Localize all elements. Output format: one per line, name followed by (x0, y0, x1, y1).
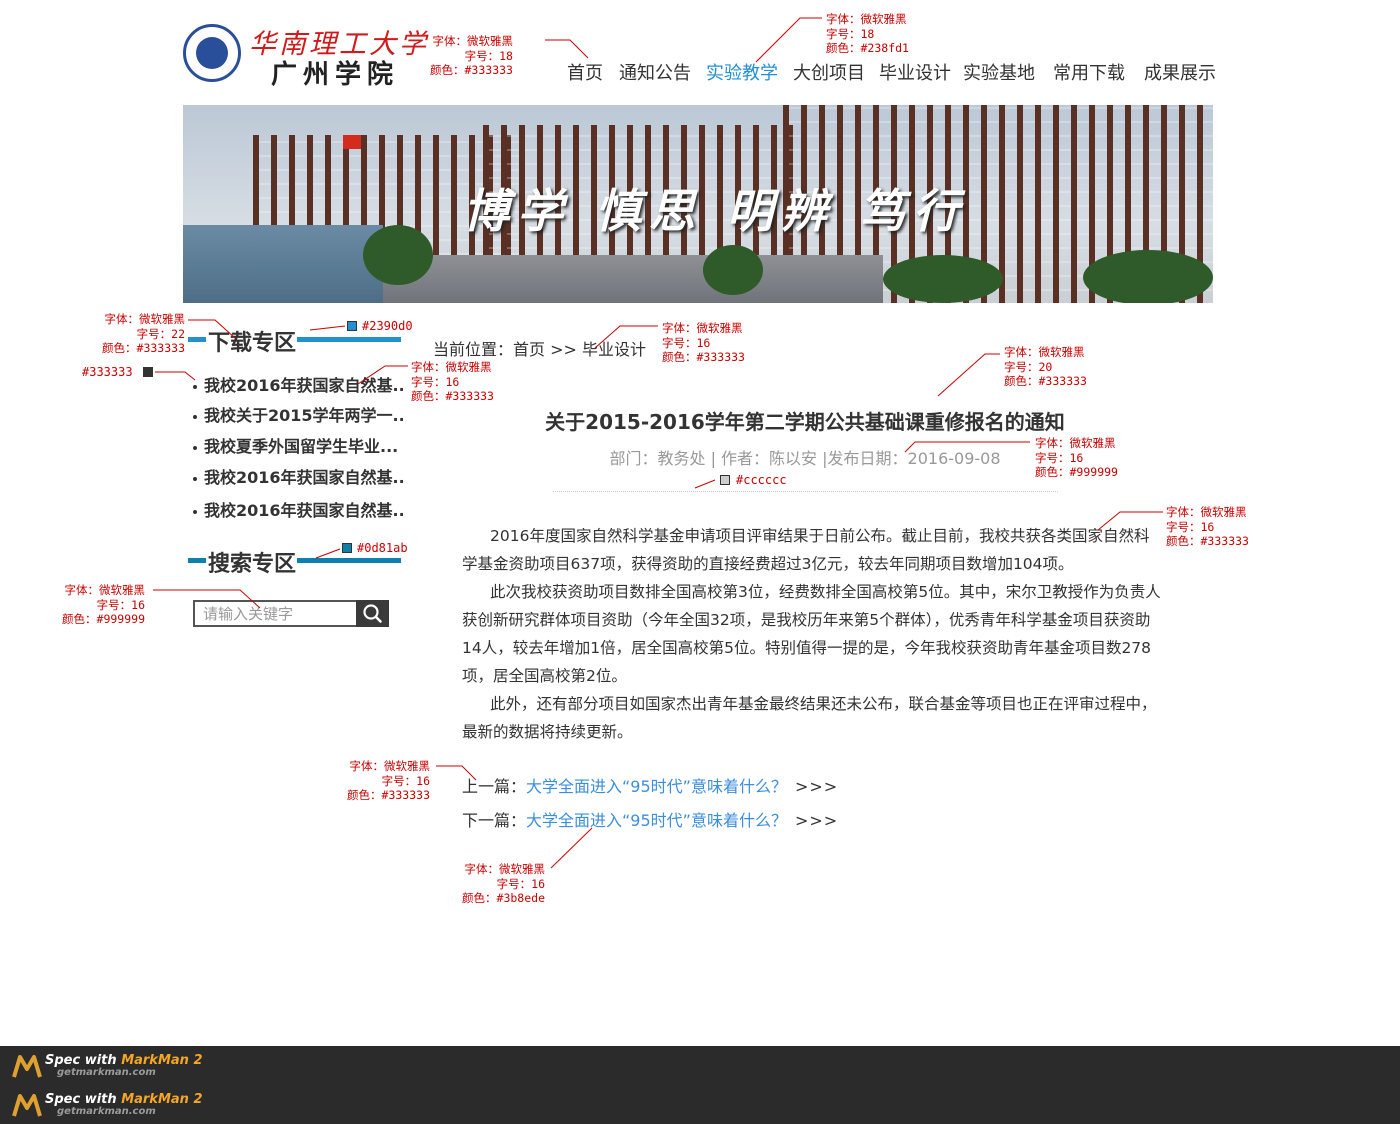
list-item[interactable]: 我校2016年获国家自然基... (193, 464, 403, 488)
nav-item-notices[interactable]: 通知公告 (619, 59, 691, 85)
color-swatch (342, 543, 352, 553)
university-logo[interactable]: 华南理工大学 广州学院 (183, 20, 426, 90)
markman-badge[interactable]: Spec with MarkMan 2 getmarkman.com (12, 1051, 212, 1081)
nav-item-graduation-design[interactable]: 毕业设计 (879, 59, 951, 85)
article-date: 发布日期：2016-09-08 (827, 449, 1001, 468)
nav-item-home[interactable]: 首页 (567, 59, 603, 85)
next-article-link[interactable]: 大学全面进入“95时代”意味着什么？ (526, 811, 787, 830)
swatch-label: #333333 (82, 365, 133, 379)
annotation-meta: 字体：微软雅黑 字号：16 颜色：#999999 (1035, 436, 1118, 479)
campus-banner: 博学 慎思 明辨 笃行 (183, 105, 1213, 303)
next-arrow: >>> (794, 811, 839, 830)
nav-item-experiment-base[interactable]: 实验基地 (963, 59, 1035, 85)
search-box (193, 600, 389, 627)
nav-item-achievements[interactable]: 成果展示 (1144, 59, 1216, 85)
markman-logo-icon (12, 1055, 42, 1078)
download-section-title: 下载专区 (208, 331, 297, 356)
footer-bar: Spec with MarkMan 2 getmarkman.com Spec … (0, 1046, 1400, 1124)
prev-arrow: >>> (794, 777, 839, 796)
next-article: 下一篇：大学全面进入“95时代”意味着什么？ >>> (462, 807, 838, 831)
annotation-title: 字体：微软雅黑 字号：20 颜色：#333333 (1004, 345, 1087, 388)
flag-icon (343, 135, 361, 149)
annotation-prevnext-link: 字体：微软雅黑 字号：16 颜色：#3b8ede (462, 862, 545, 905)
annotation-prevnext-label: 字体：微软雅黑 字号：16 颜色：#333333 (347, 759, 430, 802)
prev-label: 上一篇： (462, 777, 527, 796)
annotation-nav-active: 字体：微软雅黑 字号：18 颜色：#238fd1 (826, 12, 909, 55)
banner-motto: 博学 慎思 明辨 笃行 (463, 184, 968, 238)
nav-item-innovation-projects[interactable]: 大创项目 (793, 59, 865, 85)
color-swatch (720, 475, 730, 485)
article-paragraph: 此次我校获资助项目数排全国高校第3位，经费数排全国高校第5位。其中，宋尔卫教授作… (462, 583, 1161, 685)
article-author: 作者：陈以安 (721, 449, 818, 468)
swatch-label: #0d81ab (357, 541, 408, 555)
nav-item-downloads[interactable]: 常用下载 (1053, 59, 1125, 85)
nav-item-experiment-teaching[interactable]: 实验教学 (706, 59, 778, 85)
bullet-icon (193, 414, 197, 419)
section-bar-left (188, 558, 206, 563)
banner-road (383, 255, 883, 303)
article-paragraph: 2016年度国家自然科学基金申请项目评审结果于日前公布。截止目前，我校共获各类国… (462, 527, 1150, 573)
annotation-download-item: 字体：微软雅黑 字号：16 颜色：#333333 (411, 360, 494, 403)
search-input[interactable] (193, 600, 356, 627)
markman-badge[interactable]: Spec with MarkMan 2 getmarkman.com (12, 1090, 212, 1120)
section-bar-left (188, 337, 206, 342)
annotation-breadcrumb: 字体：微软雅黑 字号：16 颜色：#333333 (662, 321, 745, 364)
swatch-label: #cccccc (736, 473, 787, 487)
bullet-icon (193, 509, 197, 514)
breadcrumb-separator: >> (550, 340, 577, 359)
prev-article: 上一篇：大学全面进入“95时代”意味着什么？ >>> (462, 773, 838, 797)
section-bar-right (297, 337, 401, 342)
list-item[interactable]: 我校2016年获国家自然基... (193, 372, 403, 396)
logo-campus-name: 广州学院 (271, 60, 400, 90)
color-swatch (347, 321, 357, 331)
article-department: 部门：教务处 (609, 449, 706, 468)
meta-separator: | (710, 449, 716, 468)
banner-lake (183, 225, 383, 303)
annotation-nav-normal: 字体：微软雅黑 字号：18 颜色：#333333 (430, 34, 513, 77)
article-divider (553, 491, 1058, 492)
section-bar-right (297, 558, 401, 563)
annotation-download-title: 字体：微软雅黑 字号：22 颜色：#333333 (102, 312, 185, 355)
breadcrumb-home[interactable]: 首页 (513, 340, 545, 359)
list-item[interactable]: 我校夏季外国留学生毕业... (193, 433, 403, 457)
search-section-title: 搜索专区 (208, 552, 297, 577)
list-item[interactable]: 我校关于2015学年两学一... (193, 402, 403, 426)
annotation-body: 字体：微软雅黑 字号：16 颜色：#333333 (1166, 505, 1249, 548)
breadcrumb-current[interactable]: 毕业设计 (582, 340, 646, 359)
search-button[interactable] (356, 600, 389, 627)
color-swatch (143, 367, 153, 377)
prev-article-link[interactable]: 大学全面进入“95时代”意味着什么？ (526, 777, 787, 796)
search-icon (363, 604, 382, 623)
swatch-label: #2390d0 (362, 319, 413, 333)
bullet-icon (193, 476, 197, 481)
annotation-search-placeholder: 字体：微软雅黑 字号：16 颜色：#999999 (62, 583, 145, 626)
next-label: 下一篇： (462, 811, 527, 830)
breadcrumb-prefix: 当前位置： (433, 340, 514, 359)
article-paragraph: 此外，还有部分项目如国家杰出青年基金最终结果还未公布，联合基金等项目也正在评审过… (462, 695, 1157, 741)
bullet-icon (193, 384, 197, 389)
list-item[interactable]: 我校2016年获国家自然基... (193, 497, 403, 521)
article-title: 关于2015-2016学年第二学期公共基础课重修报名的通知 (545, 410, 1065, 434)
university-seal-icon (183, 24, 241, 82)
breadcrumb: 当前位置：首页 >> 毕业设计 (433, 336, 646, 360)
markman-logo-icon (12, 1094, 42, 1117)
bullet-icon (193, 445, 197, 450)
